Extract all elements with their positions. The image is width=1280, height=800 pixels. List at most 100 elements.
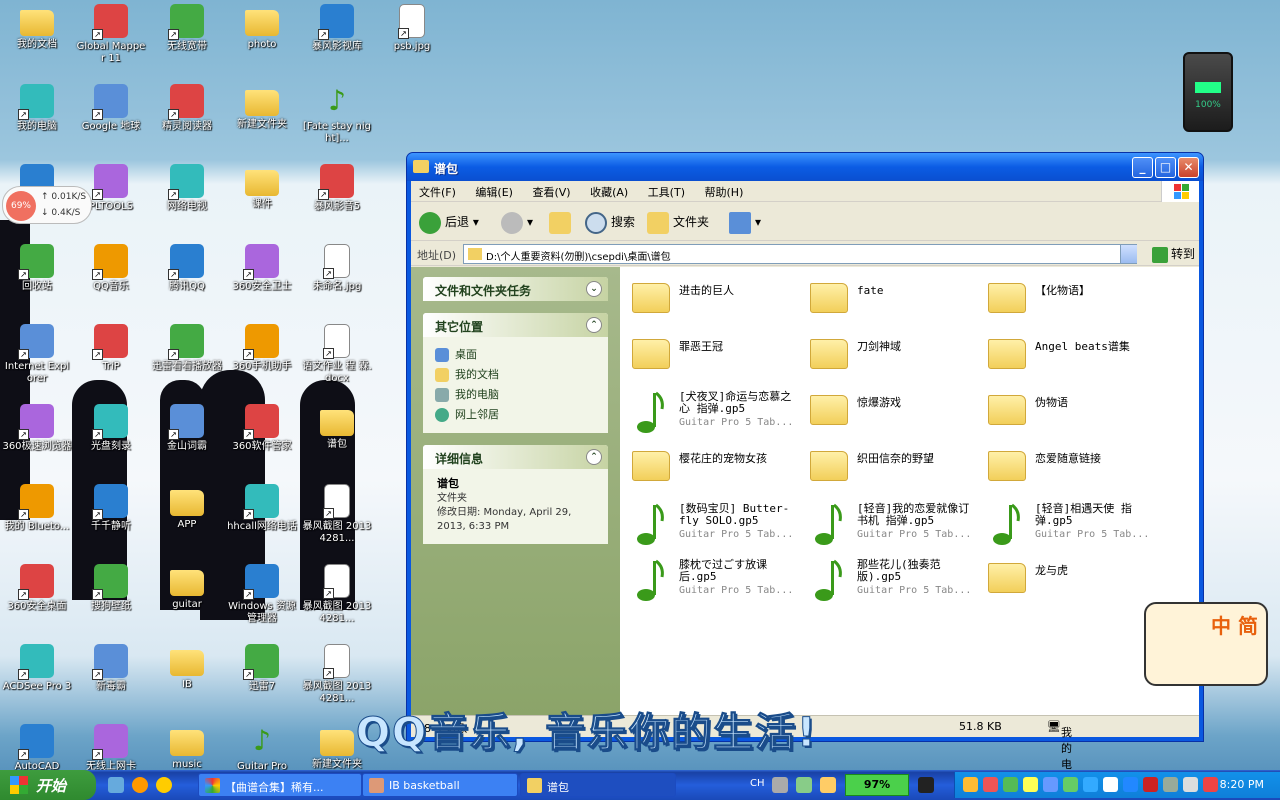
desktop-icon[interactable]: ↗ 语文作业 程 霖.docx — [300, 322, 374, 398]
file-item[interactable]: [轻音]我的恋爱就像订书机 指弹.gp5 Guitar Pro 5 Tab... — [802, 501, 978, 551]
folder-item[interactable]: 罪恶王冠 — [624, 333, 800, 383]
network-icon[interactable] — [1183, 777, 1198, 792]
tray-icon[interactable] — [983, 777, 998, 792]
tray-icon[interactable] — [1083, 777, 1098, 792]
menu-file[interactable]: 文件(F) — [411, 181, 464, 203]
quicklaunch-icon[interactable] — [156, 777, 172, 793]
collapse-chevron-icon[interactable]: ⌃ — [586, 449, 602, 465]
battery-percent-indicator[interactable]: 97% — [845, 774, 909, 796]
battery-gadget[interactable]: 100% — [1183, 52, 1233, 132]
folder-item[interactable]: Angel beats谱集 — [980, 333, 1156, 383]
taskbar-item-2[interactable]: IB basketball — [362, 773, 518, 797]
expand-chevron-icon[interactable]: ⌄ — [586, 281, 602, 297]
ime-icon[interactable] — [772, 777, 788, 793]
collapse-chevron-icon[interactable]: ⌃ — [586, 317, 602, 333]
ime-mascot-widget[interactable]: 中 简 — [1144, 602, 1268, 686]
tray-icon[interactable] — [1163, 777, 1178, 792]
folder-item[interactable]: 惊爆游戏 — [802, 389, 978, 439]
desktop-icon[interactable]: ↗ hhcall网络电话 — [225, 482, 299, 558]
forward-button[interactable]: ▾ — [501, 209, 533, 235]
file-item[interactable]: 那些花儿(独奏范版).gp5 Guitar Pro 5 Tab... — [802, 557, 978, 607]
folder-item[interactable]: 【化物语】 — [980, 277, 1156, 327]
power-plug-icon[interactable] — [918, 777, 934, 793]
tray-icon[interactable] — [1203, 777, 1218, 792]
desktop-icon[interactable]: ↗ 未命名.jpg — [300, 242, 374, 318]
desktop-icon[interactable]: ↗ 精灵阅读器 — [150, 82, 224, 158]
desktop-icon[interactable]: ↗ Global Mapper 11 — [74, 2, 148, 78]
file-item[interactable]: 膝枕で过ごす放课后.gp5 Guitar Pro 5 Tab... — [624, 557, 800, 607]
bluetooth-icon[interactable] — [1123, 777, 1138, 792]
menu-tools[interactable]: 工具(T) — [640, 181, 693, 203]
place-my-computer[interactable]: 我的电脑 — [435, 385, 596, 405]
tray-icon[interactable] — [1063, 777, 1078, 792]
desktop-icon[interactable]: ↗ 暴风截图 20134281... — [300, 482, 374, 558]
minimize-button[interactable]: _ — [1132, 157, 1153, 178]
desktop-icon[interactable]: ↗ 360安全卫士 — [225, 242, 299, 318]
desktop-icon[interactable]: ↗ 我的 Blueto... — [0, 482, 74, 558]
other-places-header[interactable]: 其它位置 ⌃ — [423, 313, 608, 337]
desktop-icon[interactable]: ↗ 网络电视 — [150, 162, 224, 238]
desktop-icon[interactable]: ↗ 暴风截图 20134281... — [300, 562, 374, 638]
folder-item[interactable]: 樱花庄的宠物女孩 — [624, 445, 800, 495]
desktop-icon[interactable]: ↗ 360软件管家 — [225, 402, 299, 478]
desktop-icon[interactable]: ↗ 回收站 — [0, 242, 74, 318]
place-network[interactable]: 网上邻居 — [435, 405, 596, 425]
file-item[interactable]: [轻音]相遇天使 指弹.gp5 Guitar Pro 5 Tab... — [980, 501, 1156, 551]
desktop-icon[interactable]: ↗ 新毒霸 — [74, 642, 148, 718]
menu-view[interactable]: 查看(V) — [524, 181, 578, 203]
menu-edit[interactable]: 编辑(E) — [467, 181, 521, 203]
clock[interactable]: 8:20 PM — [1220, 778, 1264, 791]
desktop-icon[interactable]: IB — [150, 642, 224, 718]
tray-icon[interactable] — [963, 777, 978, 792]
desktop-icon[interactable]: ↗ 暴风影视库 — [300, 2, 374, 78]
desktop-icon[interactable]: ♪ [Fate stay night]... — [300, 82, 374, 158]
folder-item[interactable]: 恋爱随意链接 — [980, 445, 1156, 495]
place-my-documents[interactable]: 我的文档 — [435, 365, 596, 385]
tray-icon[interactable] — [1103, 777, 1118, 792]
folder-item[interactable]: 刀剑神域 — [802, 333, 978, 383]
views-button[interactable]: ▾ — [729, 209, 761, 235]
go-button[interactable]: 转到 — [1151, 245, 1195, 263]
desktop-icon[interactable]: ↗ TriP — [74, 322, 148, 398]
desktop-icon[interactable]: 课件 — [225, 162, 299, 238]
maximize-button[interactable]: □ — [1155, 157, 1176, 178]
taskbar-item-3[interactable]: 谱包 — [520, 773, 676, 797]
desktop-icon[interactable]: ↗ 360安全桌面 — [0, 562, 74, 638]
quicklaunch-icon[interactable] — [132, 777, 148, 793]
desktop-icon[interactable]: guitar — [150, 562, 224, 638]
desktop-icon[interactable]: ↗ Internet Explorer — [0, 322, 74, 398]
desktop-icon[interactable]: 谱包 — [300, 402, 374, 478]
desktop-icon[interactable]: ↗ QQ音乐 — [74, 242, 148, 318]
folders-button[interactable]: 文件夹 — [647, 209, 709, 235]
file-item[interactable]: [数码宝贝] Butter-fly SOLO.gp5 Guitar Pro 5 T… — [624, 501, 800, 551]
desktop-icon[interactable]: 我的文档 — [0, 2, 74, 78]
desktop-icon[interactable]: ↗ Windows 资源管理器 — [225, 562, 299, 638]
start-button[interactable]: 开始 — [0, 770, 96, 800]
desktop-icon[interactable]: ↗ 迅雷看看播放器 — [150, 322, 224, 398]
window-titlebar[interactable]: 谱包 _ □ ✕ — [407, 153, 1203, 181]
qq-icon[interactable] — [1023, 777, 1038, 792]
language-indicator[interactable]: CH — [750, 778, 765, 789]
taskbar-item-1[interactable]: 【曲谱合集】稀有... — [198, 773, 362, 797]
folder-item[interactable]: fate — [802, 277, 978, 327]
desktop-icon[interactable]: ↗ psb.jpg — [375, 2, 449, 78]
back-button[interactable]: 后退 ▾ — [419, 209, 479, 235]
show-desktop-icon[interactable] — [108, 777, 124, 793]
desktop-icon[interactable]: ↗ 腾讯QQ — [150, 242, 224, 318]
desktop-icon[interactable]: 新建文件夹 — [225, 82, 299, 158]
ime-icon[interactable] — [796, 777, 812, 793]
folder-item[interactable]: 伪物语 — [980, 389, 1156, 439]
tray-icon[interactable] — [1003, 777, 1018, 792]
folder-item[interactable]: 进击的巨人 — [624, 277, 800, 327]
network-speed-widget[interactable]: 69% ↑ 0.01K/S ↓ 0.4K/S — [2, 186, 92, 224]
desktop-icon[interactable]: ↗ 无线宽带 — [150, 2, 224, 78]
desktop-icon[interactable]: ↗ 千千静听 — [74, 482, 148, 558]
desktop-icon[interactable]: ↗ 迅雷7 — [225, 642, 299, 718]
desktop-icon[interactable]: ↗ 360手机助手 — [225, 322, 299, 398]
place-desktop[interactable]: 桌面 — [435, 345, 596, 365]
desktop-icon[interactable]: ↗ Google 地球 — [74, 82, 148, 158]
desktop-icon[interactable]: ↗ 暴风影音5 — [300, 162, 374, 238]
close-button[interactable]: ✕ — [1178, 157, 1199, 178]
file-tasks-header[interactable]: 文件和文件夹任务 ⌄ — [423, 277, 608, 301]
desktop-icon[interactable]: photo — [225, 2, 299, 78]
